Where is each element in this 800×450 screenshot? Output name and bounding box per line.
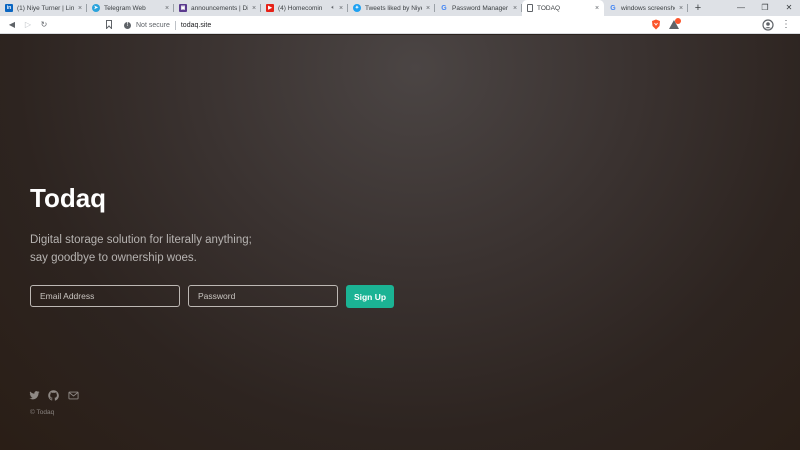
tab-5[interactable]: ✦ Tweets liked by Niye ×: [348, 0, 435, 16]
google-icon: G: [441, 4, 447, 12]
email-field[interactable]: [30, 285, 180, 307]
brave-shield-icon[interactable]: [651, 19, 661, 30]
tab-close-icon[interactable]: ×: [250, 5, 258, 12]
tab-7[interactable]: TODAQ ×: [522, 0, 604, 16]
password-field[interactable]: [188, 285, 338, 307]
copyright-text: © Todaq: [30, 409, 55, 416]
tab-title: (4) Homecomin: [278, 4, 323, 12]
page-title: Todaq: [30, 183, 107, 213]
discord-icon: ▣: [179, 4, 187, 12]
tab-6[interactable]: G Password Manager ×: [435, 0, 522, 16]
tab-close-icon[interactable]: ×: [163, 5, 171, 12]
tab-close-icon[interactable]: ×: [76, 5, 84, 12]
profile-icon[interactable]: [762, 19, 774, 31]
tab-close-icon[interactable]: ×: [424, 5, 432, 12]
tab-title: windows screenshot: [621, 4, 675, 12]
tab-2[interactable]: ➤ Telegram Web ×: [87, 0, 174, 16]
github-icon[interactable]: [48, 390, 59, 401]
twitter-icon[interactable]: [29, 390, 40, 401]
tab-strip: + — ❐ ✕ in (1) Niye Turner | Link × ➤ Telegr…: [0, 0, 800, 16]
sign-up-button[interactable]: Sign Up: [346, 285, 394, 308]
linkedin-icon: in: [5, 4, 13, 12]
mail-icon[interactable]: [68, 390, 79, 401]
tagline-line-1: Digital storage solution for literally a…: [30, 234, 252, 246]
info-icon[interactable]: !: [124, 21, 131, 29]
address-bar[interactable]: ! Not secure todaq.site: [104, 18, 684, 32]
tab-close-icon[interactable]: ×: [337, 5, 345, 12]
close-window-button[interactable]: ✕: [783, 2, 795, 14]
url-text[interactable]: todaq.site: [181, 22, 211, 29]
tagline-line-2: say goodbye to ownership woes.: [30, 252, 197, 264]
security-status: Not secure: [136, 21, 170, 29]
tab-title: (1) Niye Turner | Link: [17, 4, 74, 12]
speaker-icon[interactable]: 🔈︎: [331, 5, 335, 12]
reload-icon[interactable]: ↻: [38, 19, 50, 31]
forward-icon[interactable]: ▷: [22, 19, 34, 31]
youtube-icon: ▶: [266, 4, 274, 12]
divider: [174, 20, 176, 30]
minimize-button[interactable]: —: [735, 2, 747, 14]
tab-4[interactable]: ▶ (4) Homecomin 🔈︎ ×: [261, 0, 348, 16]
notification-badge: [675, 18, 681, 24]
browser-toolbar: ◀ ▷ ↻ ! Not secure todaq.site ⋮: [0, 16, 800, 34]
tab-separator: [687, 4, 688, 12]
tagline: Digital storage solution for literally a…: [30, 231, 252, 267]
tab-title: Tweets liked by Niye: [365, 4, 422, 12]
twitter-icon: ✦: [353, 4, 361, 12]
tab-close-icon[interactable]: ×: [593, 5, 601, 12]
tab-1[interactable]: in (1) Niye Turner | Link ×: [0, 0, 87, 16]
back-icon[interactable]: ◀: [6, 19, 18, 31]
tab-title: Telegram Web: [104, 4, 146, 12]
tab-title: Password Manager: [452, 4, 508, 12]
tab-close-icon[interactable]: ×: [677, 5, 685, 12]
tab-close-icon[interactable]: ×: [511, 5, 519, 12]
tab-8[interactable]: Gwindows screenshot ×: [604, 0, 688, 16]
tab-title: TODAQ: [537, 4, 560, 12]
new-tab-button[interactable]: +: [692, 2, 704, 14]
tab-3[interactable]: ▣ announcements | Dis ×: [174, 0, 261, 16]
restore-button[interactable]: ❐: [759, 2, 771, 14]
landing-page: Todaq Digital storage solution for liter…: [0, 35, 800, 450]
telegram-icon: ➤: [92, 4, 100, 12]
google-icon: G: [610, 4, 616, 12]
page-icon: [527, 4, 533, 12]
tab-title: announcements | Dis: [191, 4, 248, 12]
menu-icon[interactable]: ⋮: [780, 19, 792, 31]
